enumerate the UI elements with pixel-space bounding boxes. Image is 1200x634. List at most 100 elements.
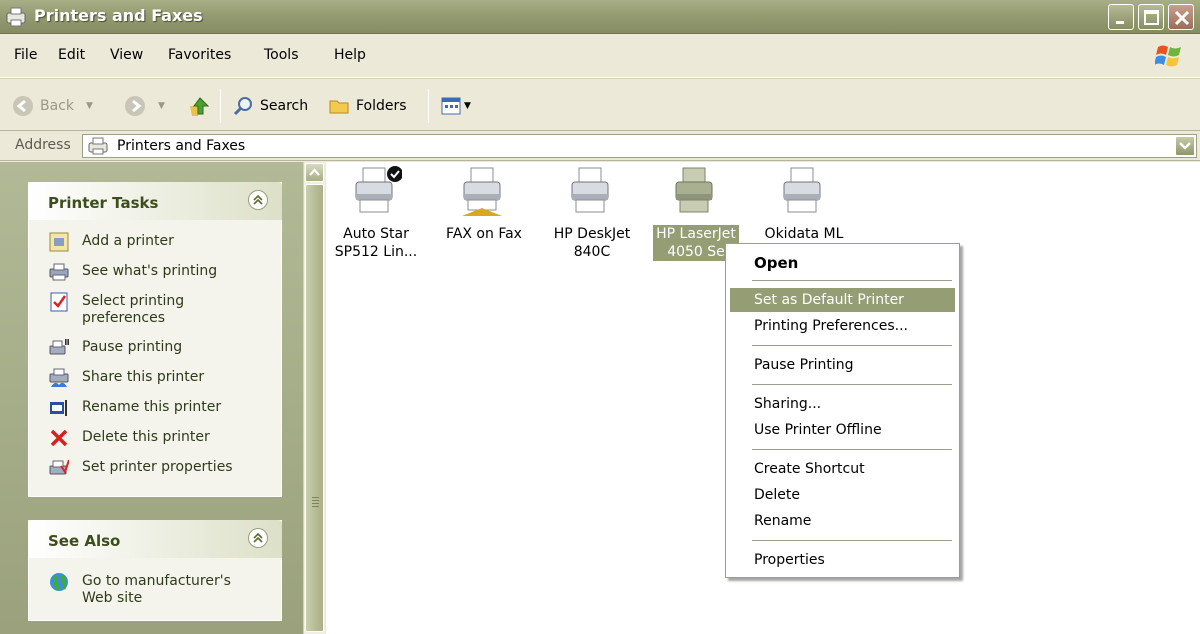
globe-icon [50,573,68,591]
see-also-box: See Also Go to manufacturer's Web site [28,520,282,621]
address-value: Printers and Faxes [117,138,246,154]
printer-icon [355,166,402,213]
task-set-printer-properties[interactable]: Set printer properties [29,454,281,484]
toolbar-separator [428,89,429,123]
scroll-thumb[interactable] [305,184,324,632]
menu-separator [752,540,952,541]
up-folder-icon [190,97,210,116]
views-button[interactable]: ▼ [440,93,471,119]
task-see-whats-printing[interactable]: See what's printing [29,258,281,288]
forward-button[interactable]: ▼ [124,93,165,119]
menu-view[interactable]: View [110,47,143,63]
minimize-button[interactable] [1108,4,1134,30]
scroll-up-arrow-icon [309,168,320,176]
delete-icon [50,429,68,447]
chevron-up-icon [253,194,263,205]
menu-file[interactable]: File [14,47,37,63]
collapse-button[interactable] [248,190,268,210]
menu-open[interactable]: Open [730,250,955,274]
folder-icon [329,100,349,114]
menu-printing-preferences[interactable]: Printing Preferences... [730,314,955,338]
printer-item-okidata[interactable]: Okidata ML [754,164,854,243]
back-button[interactable]: Back ▼ [12,93,93,119]
printer-item-auto-star[interactable]: Auto Star SP512 Lin... [326,164,426,261]
menu-edit[interactable]: Edit [58,47,85,63]
address-field[interactable]: Printers and Faxes [82,134,1197,158]
close-icon [1174,10,1190,26]
menu-pause-printing[interactable]: Pause Printing [730,353,955,377]
address-dropdown-button[interactable] [1175,136,1195,156]
see-also-header[interactable]: See Also [28,520,282,558]
views-icon [441,97,461,115]
printer-queue-icon [49,263,69,281]
menu-create-shortcut[interactable]: Create Shortcut [730,457,955,481]
menu-tools[interactable]: Tools [264,47,299,63]
thumb-grip [312,506,319,507]
menu-set-default-printer[interactable]: Set as Default Printer [730,288,955,312]
rename-icon [50,400,67,416]
minimize-icon [1116,21,1124,24]
printer-name: HP DeskJet 840C [553,226,631,260]
chevron-down-icon [1179,142,1191,150]
toolbar: Back ▼ ▼ Search Folders ▼ [0,78,1200,131]
task-pause-printing[interactable]: Pause printing [29,334,281,364]
task-pane: Printer Tasks Add a printer See what's p… [0,162,303,634]
menu-bar: File Edit View Favorites Tools Help [0,34,1200,78]
address-label: Address [15,137,71,153]
folders-button[interactable]: Folders [328,93,407,119]
thumb-grip [312,500,319,501]
printer-item-hp-deskjet[interactable]: HP DeskJet 840C [542,164,642,261]
pause-printer-icon [49,339,69,355]
menu-properties[interactable]: Properties [730,548,955,572]
scroll-up-button[interactable] [305,163,324,182]
task-select-printing-preferences[interactable]: Select printing preferences [29,288,281,334]
menu-rename[interactable]: Rename [730,509,955,533]
printers-folder-icon [88,137,108,155]
search-icon [233,97,252,116]
forward-dropdown-icon: ▼ [158,101,165,111]
address-bar: Address Printers and Faxes [0,131,1200,161]
back-dropdown-icon: ▼ [86,101,93,111]
close-button[interactable] [1168,4,1194,30]
fax-printer-icon [462,167,502,216]
properties-icon [49,459,69,475]
toolbar-separator [220,89,221,123]
printer-item-fax[interactable]: FAX on Fax [434,164,534,243]
menu-separator [752,449,952,450]
printer-icon [783,167,821,213]
maximize-button[interactable] [1138,4,1164,30]
printers-folder-icon [6,7,26,27]
menu-favorites[interactable]: Favorites [168,47,231,63]
back-arrow-icon [13,96,33,116]
menu-delete[interactable]: Delete [730,483,955,507]
title-bar[interactable]: Printers and Faxes [0,0,1200,34]
task-share-printer[interactable]: Share this printer [29,364,281,394]
maximize-icon [1144,10,1159,25]
menu-sharing[interactable]: Sharing... [730,392,955,416]
printer-tasks-list: Add a printer See what's printing Select… [28,220,282,497]
forward-arrow-icon [125,96,145,116]
search-button[interactable]: Search [232,93,308,119]
share-printer-icon [49,368,69,387]
see-also-title: See Also [48,532,121,550]
menu-separator [752,384,952,385]
printer-tasks-title: Printer Tasks [48,194,159,212]
menu-use-printer-offline[interactable]: Use Printer Offline [730,418,955,442]
printer-icon [571,167,609,213]
views-dropdown-icon: ▼ [464,101,471,111]
printer-name: Okidata ML [764,226,844,242]
task-add-printer[interactable]: Add a printer [29,228,281,258]
printer-tasks-header[interactable]: Printer Tasks [28,182,282,220]
task-delete-printer[interactable]: Delete this printer [29,424,281,454]
task-rename-printer[interactable]: Rename this printer [29,394,281,424]
collapse-button[interactable] [248,528,268,548]
printer-name: FAX on Fax [446,226,522,242]
thumb-grip [312,497,319,498]
up-folder-button[interactable] [188,93,212,119]
menu-help[interactable]: Help [334,47,366,63]
printer-tasks-box: Printer Tasks Add a printer See what's p… [28,182,282,497]
window-title: Printers and Faxes [34,6,203,25]
link-manufacturer-website[interactable]: Go to manufacturer's Web site [29,568,281,612]
vertical-scrollbar[interactable] [303,162,325,634]
preferences-icon [50,292,68,312]
